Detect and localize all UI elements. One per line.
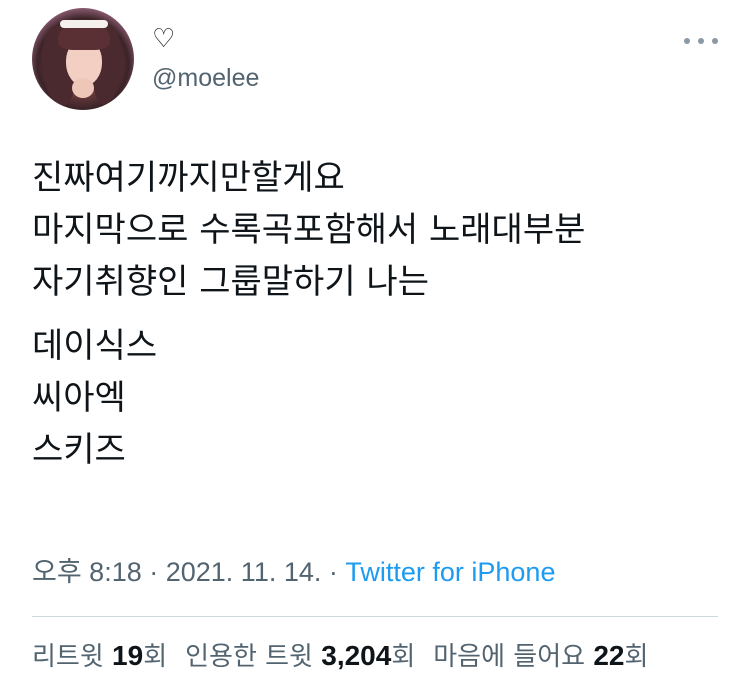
tweet-line: 진짜여기까지만할게요 [32, 158, 345, 198]
tweet-time[interactable]: 오후 8:18 [32, 557, 142, 587]
tweet-line: 스키즈 [32, 430, 126, 470]
quotes-unit: 회 [391, 642, 416, 672]
likes-stat[interactable]: 마음에 들어요 22회 [433, 640, 649, 672]
tweet-stats: 리트윗 19회 인용한 트윗 3,204회 마음에 들어요 22회 [32, 639, 648, 674]
tweet-paragraph: 데이식스 씨아엑 스키즈 [32, 320, 722, 476]
quote-tweets-stat[interactable]: 인용한 트윗 3,204회 [185, 640, 416, 672]
more-dot [684, 38, 690, 44]
divider [32, 616, 718, 617]
avatar-hand [72, 78, 94, 98]
retweets-label: 리트윗 [32, 642, 113, 672]
tweet-source-link[interactable]: Twitter for iPhone [345, 557, 555, 587]
user-handle[interactable]: @moelee [152, 63, 259, 93]
more-dot [698, 38, 704, 44]
retweets-unit: 회 [143, 642, 168, 672]
retweets-count: 19 [112, 640, 144, 671]
tweet-line: 자기취향인 그룹말하기 나는 [32, 262, 429, 302]
tweet-text: 진짜여기까지만할게요 마지막으로 수록곡포함해서 노래대부분 자기취향인 그룹말… [32, 152, 722, 488]
tweet-date[interactable]: 2021. 11. 14. [166, 557, 322, 587]
tweet-line: 데이식스 [32, 326, 158, 366]
likes-count: 22 [593, 640, 625, 671]
tweet-metadata: 오후 8:18 · 2021. 11. 14. · Twitter for iP… [32, 555, 555, 589]
more-dot [712, 38, 718, 44]
retweets-stat[interactable]: 리트윗 19회 [32, 640, 168, 672]
tweet-paragraph: 진짜여기까지만할게요 마지막으로 수록곡포함해서 노래대부분 자기취향인 그룹말… [32, 152, 722, 308]
more-options-icon[interactable] [684, 34, 718, 48]
avatar-headband [60, 20, 108, 28]
tweet-line: 마지막으로 수록곡포함해서 노래대부분 [32, 210, 586, 250]
separator: · [321, 557, 346, 587]
likes-label: 마음에 들어요 [433, 642, 594, 672]
likes-unit: 회 [624, 642, 649, 672]
tweet-line: 씨아엑 [32, 378, 126, 418]
display-name[interactable]: ♡ [152, 24, 175, 54]
quotes-count: 3,204 [321, 640, 392, 671]
avatar[interactable] [32, 8, 134, 110]
quotes-label: 인용한 트윗 [185, 642, 322, 672]
separator: · [141, 557, 166, 587]
